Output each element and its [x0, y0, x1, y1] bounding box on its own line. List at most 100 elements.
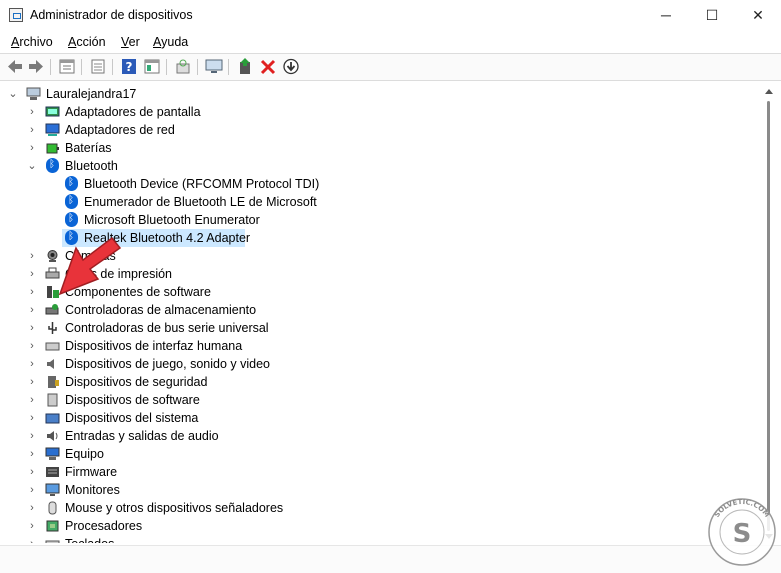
chevron-down-icon[interactable]: ⌄ [6, 85, 20, 103]
tree-category-label: Dispositivos del sistema [65, 411, 199, 425]
tree-category[interactable]: › Baterías [2, 139, 742, 157]
tree-category[interactable]: › Equipo [2, 445, 742, 463]
tree-category[interactable]: › Dispositivos de seguridad [2, 373, 742, 391]
computer-icon [45, 447, 60, 460]
chevron-right-icon[interactable]: › [25, 319, 39, 337]
menu-ayuda[interactable]: Ayuda [153, 35, 188, 49]
download-icon[interactable] [282, 58, 300, 75]
tree-category[interactable]: › Controladoras de bus serie universal [2, 319, 742, 337]
window-title: Administrador de dispositivos [30, 8, 193, 22]
tree-category-label: Entradas y salidas de audio [65, 429, 219, 443]
tree-device[interactable]: Enumerador de Bluetooth LE de Microsoft [2, 193, 742, 211]
tree-category[interactable]: › Dispositivos de juego, sonido y video [2, 355, 742, 373]
tree-category[interactable]: › Dispositivos de software [2, 391, 742, 409]
software-device-icon [47, 393, 58, 407]
usb-icon [48, 322, 57, 334]
tree-category[interactable]: › Procesadores [2, 517, 742, 535]
chevron-right-icon[interactable]: › [25, 283, 39, 301]
chevron-right-icon[interactable]: › [25, 463, 39, 481]
uninstall-icon[interactable] [259, 58, 277, 75]
scroll-up-icon[interactable] [765, 89, 773, 94]
chevron-right-icon[interactable]: › [25, 355, 39, 373]
scroll-thumb[interactable] [767, 101, 770, 531]
tree-category-label: Mouse y otros dispositivos señaladores [65, 501, 284, 515]
tree-category[interactable]: › Adaptadores de red [2, 121, 742, 139]
close-button[interactable]: ✕ [735, 0, 781, 31]
tree-category-label: Equipo [65, 447, 104, 461]
minimize-button[interactable]: ─ [643, 0, 689, 31]
computer-icon [26, 87, 41, 100]
tree-category[interactable]: ⌄ Bluetooth [2, 157, 742, 175]
menu-ver[interactable]: Ver [121, 35, 140, 49]
tree-category[interactable]: › Controladoras de almacenamiento [2, 301, 742, 319]
chevron-right-icon[interactable]: › [25, 265, 39, 283]
device-manager-app-icon [9, 8, 23, 22]
vertical-scrollbar[interactable] [763, 83, 777, 543]
chevron-down-icon[interactable]: ⌄ [25, 157, 39, 175]
security-device-icon [48, 376, 59, 388]
add-driver-icon[interactable] [236, 58, 254, 75]
view-icon[interactable] [143, 58, 161, 75]
device-tree[interactable]: ⌄ Lauralejandra17 › Adaptadores de pantal… [2, 83, 763, 543]
red-pointer-arrow-icon [58, 236, 122, 296]
monitor-icon[interactable] [205, 58, 223, 75]
tree-category[interactable]: › Mouse y otros dispositivos señaladores [2, 499, 742, 517]
tree-category[interactable]: › Adaptadores de pantalla [2, 103, 742, 121]
forward-icon[interactable] [27, 58, 45, 75]
tree-category[interactable]: › Teclados [2, 535, 742, 543]
help-icon[interactable]: ? [120, 58, 138, 75]
toolbar: ? [0, 53, 781, 81]
tree-root-label: Lauralejandra17 [46, 87, 137, 101]
tree-category[interactable]: › Monitores [2, 481, 742, 499]
firmware-icon [46, 467, 59, 477]
tree-category-label: Adaptadores de pantalla [65, 105, 201, 119]
tree-category-label: Procesadores [65, 519, 143, 533]
menu-archivo[interactable]: Archivo [11, 35, 53, 49]
chevron-right-icon[interactable]: › [25, 139, 39, 157]
menu-accion[interactable]: Acción [68, 35, 106, 49]
storage-controller-icon [45, 304, 59, 315]
chevron-right-icon[interactable]: › [25, 481, 39, 499]
properties-icon[interactable] [58, 58, 76, 75]
toolbar-separator [197, 59, 198, 75]
bluetooth-icon [46, 157, 59, 173]
chevron-right-icon[interactable]: › [25, 499, 39, 517]
tree-category-label: Controladoras de almacenamiento [65, 303, 257, 317]
sound-icon [47, 359, 54, 369]
tree-category[interactable]: › Dispositivos del sistema [2, 409, 742, 427]
chevron-right-icon[interactable]: › [25, 445, 39, 463]
chevron-right-icon[interactable]: › [25, 517, 39, 535]
toolbar-separator [112, 59, 113, 75]
chevron-right-icon[interactable]: › [25, 427, 39, 445]
scan-icon[interactable] [174, 58, 192, 75]
tree-device[interactable]: Microsoft Bluetooth Enumerator [2, 211, 742, 229]
toolbar-separator [50, 59, 51, 75]
chevron-right-icon[interactable]: › [25, 301, 39, 319]
toolbar-separator [81, 59, 82, 75]
tree-category[interactable]: › Firmware [2, 463, 742, 481]
chevron-right-icon[interactable]: › [25, 535, 39, 543]
maximize-button[interactable]: ☐ [689, 0, 735, 31]
tree-category[interactable]: › Dispositivos de interfaz humana [2, 337, 742, 355]
tree-category-label: Firmware [65, 465, 118, 479]
tree-category-label: Baterías [65, 141, 112, 155]
tree-category-label: Adaptadores de red [65, 123, 175, 137]
chevron-right-icon[interactable]: › [25, 337, 39, 355]
tree-category[interactable]: › Entradas y salidas de audio [2, 427, 742, 445]
chevron-right-icon[interactable]: › [25, 409, 39, 427]
chevron-right-icon[interactable]: › [25, 391, 39, 409]
chevron-right-icon[interactable]: › [25, 247, 39, 265]
tree-category-label: Bluetooth [65, 159, 118, 173]
tree-device[interactable]: Bluetooth Device (RFCOMM Protocol TDI) [2, 175, 742, 193]
back-icon[interactable] [6, 58, 24, 75]
device-list-icon[interactable] [89, 58, 107, 75]
tree-category-label: Teclados [65, 535, 114, 543]
chevron-right-icon[interactable]: › [25, 103, 39, 121]
tree-root[interactable]: ⌄ Lauralejandra17 [2, 85, 742, 103]
tree-category-label: Controladoras de bus serie universal [65, 321, 269, 335]
tree-device-label: Microsoft Bluetooth Enumerator [84, 213, 260, 227]
svg-text:S: S [733, 519, 752, 549]
tree-category-label: Dispositivos de seguridad [65, 375, 208, 389]
chevron-right-icon[interactable]: › [25, 373, 39, 391]
chevron-right-icon[interactable]: › [25, 121, 39, 139]
